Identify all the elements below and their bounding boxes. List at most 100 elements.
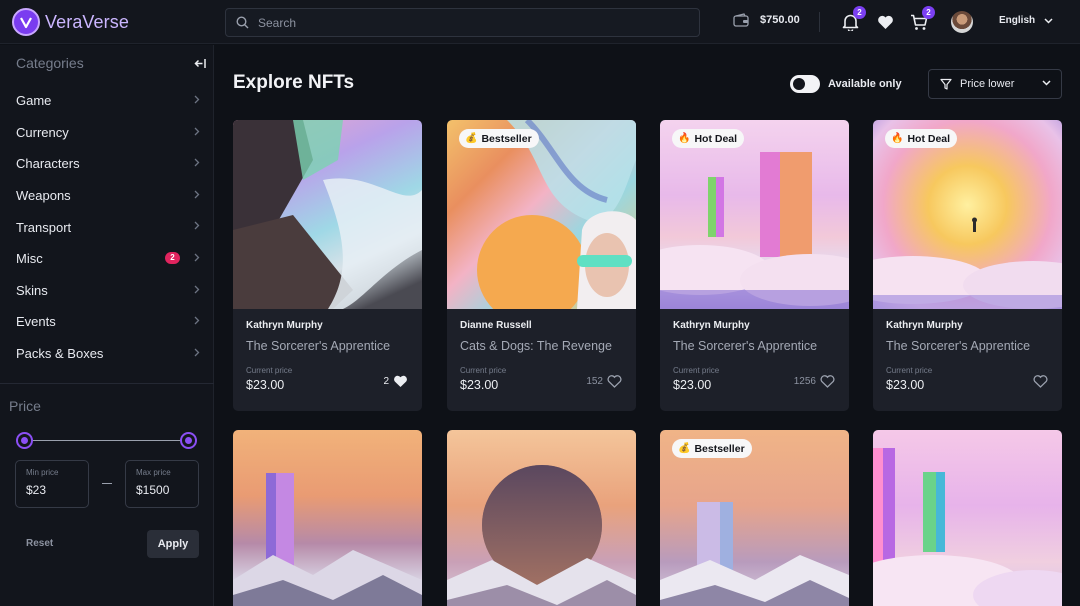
min-price-field[interactable]: Min price $23 bbox=[15, 460, 89, 508]
money-bag-icon: 💰 bbox=[678, 443, 691, 454]
chevron-down-icon bbox=[1042, 80, 1051, 86]
avatar[interactable] bbox=[951, 11, 973, 33]
chevron-right-icon bbox=[194, 253, 200, 262]
wallet-amount: $750.00 bbox=[760, 14, 800, 26]
max-price-label: Max price bbox=[136, 468, 171, 477]
sidebar-item-label: Transport bbox=[16, 219, 72, 235]
nft-price: $23.00 bbox=[886, 378, 925, 392]
heart-outline-icon bbox=[607, 375, 622, 388]
heart-outline-icon bbox=[820, 375, 835, 388]
tag-label: Bestseller bbox=[694, 442, 745, 455]
nft-artwork-image bbox=[660, 120, 849, 309]
nft-artwork-image bbox=[447, 120, 636, 309]
nft-card[interactable]: Kathryn Murphy The Sorcerer's Apprentice… bbox=[233, 120, 422, 411]
top-bar: VeraVerse Search $750.00 2 2 English bbox=[0, 0, 1080, 44]
like-count: 152 bbox=[586, 376, 603, 387]
sidebar-item-weapons[interactable]: Weapons bbox=[0, 180, 214, 212]
logo[interactable]: VeraVerse bbox=[12, 8, 129, 36]
like-button[interactable]: 2 bbox=[383, 375, 408, 388]
categories-header: Categories bbox=[16, 55, 206, 71]
like-button[interactable]: 1256 bbox=[794, 375, 835, 388]
nft-card[interactable]: 💰 Bestseller Dianne Russell Cats & Dogs: … bbox=[447, 120, 636, 411]
collapse-sidebar-icon[interactable] bbox=[194, 58, 206, 69]
available-only-label: Available only bbox=[828, 78, 902, 90]
like-count: 1256 bbox=[793, 376, 816, 387]
nft-artwork-image bbox=[873, 430, 1062, 606]
notifications-badge: 2 bbox=[853, 6, 866, 19]
nft-card[interactable]: 🔥 Hot Deal Kathryn Murphy The Sorcerer's … bbox=[873, 120, 1062, 411]
price-slider-max-handle[interactable] bbox=[180, 432, 197, 449]
like-button[interactable] bbox=[1029, 375, 1048, 388]
nft-card[interactable] bbox=[873, 430, 1062, 606]
chevron-right-icon bbox=[194, 158, 200, 167]
category-list: Game Currency Characters Weapons Transpo… bbox=[0, 85, 214, 369]
price-filter-title: Price bbox=[9, 398, 41, 414]
sidebar-item-label: Events bbox=[16, 314, 56, 330]
sidebar-item-label: Game bbox=[16, 93, 52, 109]
nft-card[interactable] bbox=[233, 430, 422, 606]
nft-title: The Sorcerer's Apprentice bbox=[673, 339, 818, 353]
wallet-icon bbox=[733, 13, 749, 27]
language-selector[interactable]: English bbox=[999, 15, 1053, 26]
nft-title: Cats & Dogs: The Revenge bbox=[460, 339, 612, 353]
nft-card[interactable]: 🔥 Hot Deal Kathryn Murphy The Sorcerer's … bbox=[660, 120, 849, 411]
cart-button[interactable]: 2 bbox=[909, 6, 935, 32]
min-price-label: Min price bbox=[26, 468, 59, 477]
nft-card[interactable]: 💰 Bestseller bbox=[660, 430, 849, 606]
favorites-button[interactable] bbox=[875, 12, 895, 32]
chevron-right-icon bbox=[194, 127, 200, 136]
chevron-right-icon bbox=[194, 221, 200, 230]
sidebar-item-game[interactable]: Game bbox=[0, 85, 214, 117]
app-name: VeraVerse bbox=[45, 11, 129, 32]
tag-label: Hot Deal bbox=[907, 132, 951, 145]
bestseller-badge: 💰 Bestseller bbox=[459, 129, 539, 148]
search-input[interactable]: Search bbox=[225, 8, 700, 37]
chevron-right-icon bbox=[194, 316, 200, 325]
max-price-field[interactable]: Max price $1500 bbox=[125, 460, 199, 508]
sidebar-item-label: Weapons bbox=[16, 188, 71, 204]
logo-icon bbox=[12, 8, 40, 36]
wallet-balance[interactable]: $750.00 bbox=[733, 13, 800, 27]
like-button[interactable]: 152 bbox=[586, 375, 622, 388]
tag-label: Hot Deal bbox=[694, 132, 738, 145]
sidebar-item-characters[interactable]: Characters bbox=[0, 148, 214, 180]
hot-deal-badge: 🔥 Hot Deal bbox=[885, 129, 958, 148]
nft-artwork-image bbox=[233, 120, 422, 309]
price-slider-min-handle[interactable] bbox=[16, 432, 33, 449]
chevron-right-icon bbox=[194, 285, 200, 294]
sidebar-item-events[interactable]: Events bbox=[0, 306, 214, 338]
nft-author: Kathryn Murphy bbox=[246, 320, 323, 331]
sidebar-item-skins[interactable]: Skins bbox=[0, 275, 214, 307]
nft-artwork-image bbox=[873, 120, 1062, 309]
nft-card-info: Kathryn Murphy The Sorcerer's Apprentice… bbox=[233, 309, 422, 411]
sidebar-item-misc[interactable]: Misc 2 bbox=[0, 243, 214, 275]
nft-author: Kathryn Murphy bbox=[886, 320, 963, 331]
current-price-label: Current price bbox=[460, 366, 507, 375]
sidebar-item-currency[interactable]: Currency bbox=[0, 117, 214, 149]
like-count: 2 bbox=[383, 376, 389, 387]
sort-label: Price lower bbox=[960, 78, 1015, 90]
price-slider-track[interactable] bbox=[24, 440, 188, 441]
sidebar-divider bbox=[0, 383, 214, 384]
min-price-value: $23 bbox=[26, 483, 47, 497]
reset-button[interactable]: Reset bbox=[26, 538, 53, 549]
nft-author: Dianne Russell bbox=[460, 320, 532, 331]
cart-badge: 2 bbox=[922, 6, 935, 19]
sort-dropdown[interactable]: Price lower bbox=[928, 69, 1062, 99]
available-only-toggle[interactable] bbox=[790, 75, 820, 93]
nft-title: The Sorcerer's Apprentice bbox=[246, 339, 391, 353]
price-range-dash bbox=[102, 483, 112, 484]
misc-count-badge: 2 bbox=[165, 251, 180, 264]
chevron-right-icon bbox=[194, 348, 200, 357]
nft-card[interactable] bbox=[447, 430, 636, 606]
sidebar-item-packs-boxes[interactable]: Packs & Boxes bbox=[0, 338, 214, 370]
sidebar-item-transport[interactable]: Transport bbox=[0, 211, 214, 243]
nft-artwork-image bbox=[447, 430, 636, 606]
chevron-right-icon bbox=[194, 95, 200, 104]
categories-title: Categories bbox=[16, 55, 84, 71]
current-price-label: Current price bbox=[246, 366, 293, 375]
apply-button[interactable]: Apply bbox=[147, 530, 199, 558]
fire-icon: 🔥 bbox=[891, 133, 904, 144]
chevron-right-icon bbox=[194, 190, 200, 199]
notifications-button[interactable]: 2 bbox=[840, 6, 866, 32]
